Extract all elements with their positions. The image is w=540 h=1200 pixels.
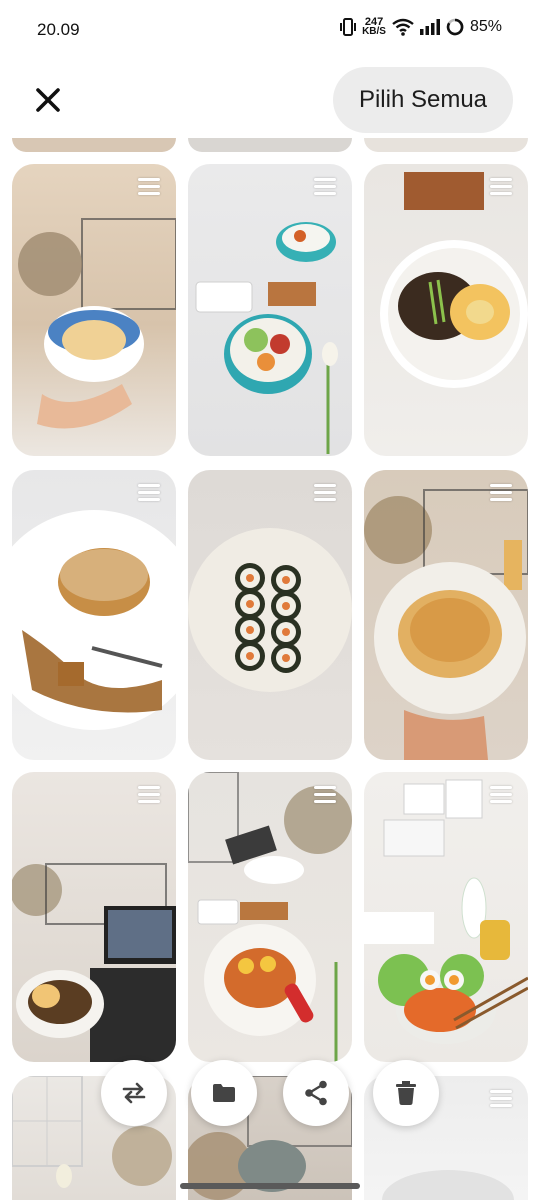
menu-icon[interactable] bbox=[490, 1090, 512, 1108]
menu-icon[interactable] bbox=[490, 786, 512, 804]
photo-tile[interactable] bbox=[12, 772, 176, 1062]
swap-icon bbox=[122, 1082, 146, 1104]
photo-thumbnail bbox=[364, 779, 528, 1044]
photo-thumbnail bbox=[364, 489, 528, 760]
home-indicator[interactable] bbox=[180, 1183, 360, 1189]
photo-thumbnail bbox=[188, 528, 352, 692]
menu-icon[interactable] bbox=[314, 484, 336, 502]
menu-icon[interactable] bbox=[490, 178, 512, 196]
menu-icon[interactable] bbox=[138, 178, 160, 196]
menu-icon[interactable] bbox=[314, 178, 336, 196]
photo-tile[interactable] bbox=[364, 470, 528, 760]
share-button[interactable] bbox=[283, 1060, 349, 1126]
photo-tile[interactable] bbox=[188, 772, 352, 1062]
photo-tile-partial[interactable] bbox=[12, 138, 176, 152]
photo-tile-partial[interactable] bbox=[188, 138, 352, 152]
photo-tile-partial[interactable] bbox=[364, 138, 528, 152]
photo-tile[interactable] bbox=[364, 772, 528, 1062]
photo-thumbnail bbox=[18, 218, 176, 429]
photo-tile[interactable] bbox=[12, 164, 176, 456]
photo-tile[interactable] bbox=[364, 164, 528, 456]
photo-grid bbox=[0, 0, 540, 1200]
folder-icon bbox=[213, 1084, 235, 1102]
share-icon bbox=[305, 1080, 327, 1106]
photo-tile[interactable] bbox=[188, 164, 352, 456]
menu-icon[interactable] bbox=[138, 484, 160, 502]
menu-icon[interactable] bbox=[490, 484, 512, 502]
menu-icon[interactable] bbox=[314, 786, 336, 804]
menu-icon[interactable] bbox=[138, 786, 160, 804]
photo-tile[interactable] bbox=[188, 470, 352, 760]
delete-button[interactable] bbox=[373, 1060, 439, 1126]
swap-button[interactable] bbox=[101, 1060, 167, 1126]
move-button[interactable] bbox=[191, 1060, 257, 1126]
photo-tile[interactable] bbox=[12, 470, 176, 760]
trash-icon bbox=[396, 1081, 416, 1105]
photo-thumbnail bbox=[12, 510, 176, 730]
photo-thumbnail bbox=[380, 172, 528, 388]
photo-thumbnail bbox=[195, 222, 338, 454]
photo-thumbnail bbox=[12, 863, 176, 1062]
photo-thumbnail bbox=[188, 772, 352, 1062]
